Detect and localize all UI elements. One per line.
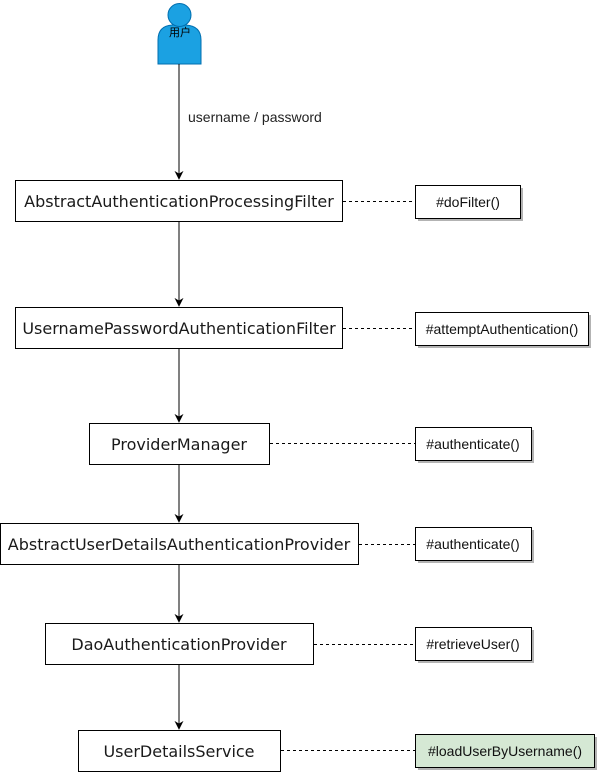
note-method-authenticate[interactable]: #authenticate() xyxy=(415,427,535,464)
node-username-password-authentication-filter[interactable]: UsernamePasswordAuthenticationFilter xyxy=(15,307,343,349)
user-actor-label: 用户 xyxy=(169,25,191,39)
node-dao-authentication-provider[interactable]: DaoAuthenticationProvider xyxy=(45,623,314,665)
node-label: DaoAuthenticationProvider xyxy=(71,635,287,654)
node-abstract-authentication-processing-filter[interactable]: AbstractAuthenticationProcessingFilter xyxy=(15,180,343,222)
node-label: ProviderManager xyxy=(111,435,247,454)
note-label: #loadUserByUsername() xyxy=(428,743,582,759)
node-label: UsernamePasswordAuthenticationFilter xyxy=(22,319,336,338)
note-method-load-user-by-username[interactable]: #loadUserByUsername() xyxy=(415,734,598,771)
node-abstract-user-details-authentication-provider[interactable]: AbstractUserDetailsAuthenticationProvide… xyxy=(0,523,359,565)
note-label: #authenticate() xyxy=(426,436,519,452)
node-label: UserDetailsService xyxy=(103,742,254,761)
note-method-retrieve-user[interactable]: #retrieveUser() xyxy=(415,627,535,664)
note-label: #doFilter() xyxy=(436,194,500,210)
user-icon-head xyxy=(167,3,192,27)
note-label: #authenticate() xyxy=(426,536,519,552)
note-method-do-filter[interactable]: #doFilter() xyxy=(415,185,524,222)
edge-label-credentials: username / password xyxy=(188,109,322,125)
node-provider-manager[interactable]: ProviderManager xyxy=(89,423,270,465)
note-method-authenticate[interactable]: #authenticate() xyxy=(415,527,535,564)
user-actor[interactable]: 用户 xyxy=(157,3,202,65)
note-label: #attemptAuthentication() xyxy=(426,321,579,337)
node-user-details-service[interactable]: UserDetailsService xyxy=(78,730,281,772)
note-method-attempt-authentication[interactable]: #attemptAuthentication() xyxy=(415,312,592,349)
authentication-flow-diagram: 用户 username / password AbstractAuthentic… xyxy=(0,3,598,772)
node-label: AbstractUserDetailsAuthenticationProvide… xyxy=(8,535,351,554)
node-label: AbstractAuthenticationProcessingFilter xyxy=(24,192,334,211)
note-label: #retrieveUser() xyxy=(426,636,519,652)
